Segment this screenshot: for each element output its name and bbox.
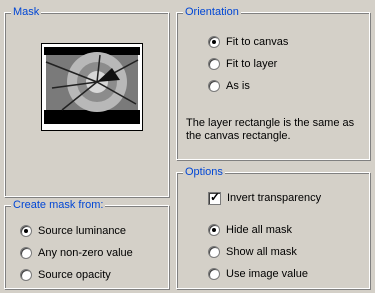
radio-circle[interactable] <box>208 36 220 48</box>
radio-show-all-mask[interactable]: Show all mask <box>208 244 297 260</box>
radio-circle[interactable] <box>208 58 220 70</box>
mask-group: Mask <box>4 5 169 197</box>
checkbox-box[interactable] <box>208 190 221 205</box>
radio-fit-to-canvas[interactable]: Fit to canvas <box>208 34 288 50</box>
mask-preview-svg <box>42 44 142 130</box>
radio-circle[interactable] <box>20 269 32 281</box>
radio-label: Show all mask <box>226 246 297 258</box>
radio-label: Any non-zero value <box>38 247 133 259</box>
radio-label: Fit to layer <box>226 58 278 70</box>
radio-label: As is <box>226 80 250 92</box>
orientation-note: The layer rectangle is the same as the c… <box>186 117 355 142</box>
radio-use-image-value[interactable]: Use image value <box>208 266 308 282</box>
radio-circle[interactable] <box>20 247 32 259</box>
radio-label: Fit to canvas <box>226 36 289 48</box>
radio-circle[interactable] <box>208 268 220 280</box>
radio-label: Hide all mask <box>226 224 293 236</box>
radio-hide-all-mask[interactable]: Hide all mask <box>208 222 292 238</box>
orientation-title: Orientation <box>183 5 241 19</box>
mask-preview-image <box>41 43 143 131</box>
mask-title: Mask <box>11 5 42 19</box>
radio-label: Use image value <box>226 268 308 280</box>
radio-circle[interactable] <box>20 225 32 237</box>
options-title: Options <box>183 165 225 179</box>
radio-circle[interactable] <box>208 80 220 92</box>
radio-circle[interactable] <box>208 224 220 236</box>
create-mask-group: Create mask from: Source luminance Any n… <box>4 198 169 289</box>
radio-any-nonzero[interactable]: Any non-zero value <box>20 245 133 261</box>
radio-fit-to-layer[interactable]: Fit to layer <box>208 56 277 72</box>
orientation-group: Orientation Fit to canvas Fit to layer A… <box>176 5 370 160</box>
options-group: Options Invert transparency Hide all mas… <box>176 165 370 289</box>
radio-source-opacity[interactable]: Source opacity <box>20 267 111 283</box>
radio-as-is[interactable]: As is <box>208 78 250 94</box>
invert-transparency-checkbox[interactable]: Invert transparency <box>208 190 321 206</box>
radio-label: Source opacity <box>38 269 111 281</box>
checkbox-label: Invert transparency <box>227 192 322 204</box>
create-mask-title: Create mask from: <box>11 198 106 212</box>
radio-circle[interactable] <box>208 246 220 258</box>
radio-source-luminance[interactable]: Source luminance <box>20 223 126 239</box>
radio-label: Source luminance <box>38 225 127 237</box>
